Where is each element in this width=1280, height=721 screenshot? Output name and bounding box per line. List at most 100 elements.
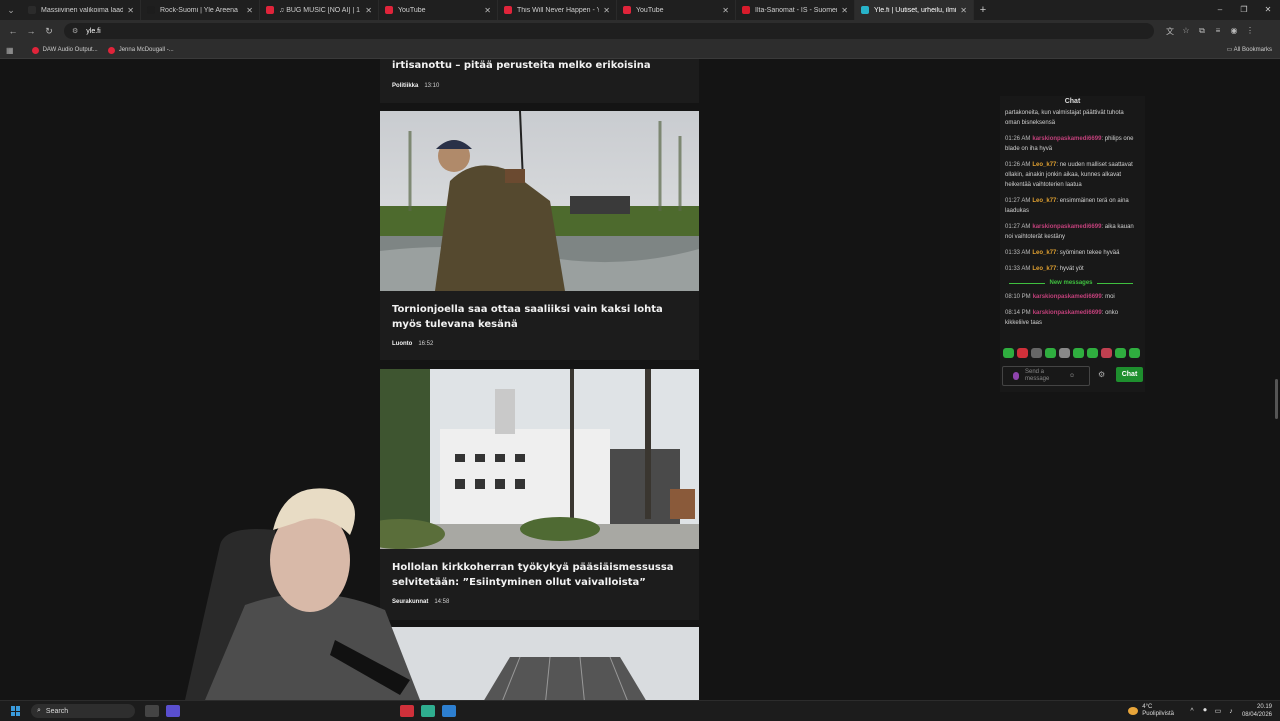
restore-icon[interactable]: ❐ <box>1232 0 1256 20</box>
clock-time: 20.19 <box>1256 704 1272 710</box>
browser-tab[interactable]: YouTube ✕ <box>379 0 498 20</box>
bookmark-label: Jenna McDougall -... <box>118 47 174 53</box>
browser-tab[interactable]: ♫ BUG MUSIC [NO AI] | 1 hour ✕ <box>260 0 379 20</box>
tab-close-icon[interactable]: ✕ <box>246 6 253 15</box>
tab-close-icon[interactable]: ✕ <box>365 6 372 15</box>
chat-timestamp: 01:27 AM <box>1005 224 1031 230</box>
bookmark-item[interactable]: Jenna McDougall -... <box>107 46 174 54</box>
chat-username[interactable]: Leo_k77 <box>1032 198 1056 204</box>
browser-tab[interactable]: Ilta-Sanomat - IS - Suomen su✕ <box>736 0 855 20</box>
app-icon[interactable] <box>442 705 456 717</box>
article-title[interactable]: irtisanottu – pitää perusteita melko eri… <box>380 59 663 74</box>
tab-close-icon[interactable]: ✕ <box>127 6 134 15</box>
chevron-up-icon[interactable]: ^ <box>1187 708 1197 715</box>
article-category[interactable]: Luonto <box>392 341 412 347</box>
chat-username[interactable]: karskionpaskamedi6699 <box>1033 310 1102 316</box>
profile-icon[interactable]: ◉ <box>1226 26 1242 37</box>
article-card[interactable]: Hollolan kirkkoherran työkykyä pääsiäism… <box>380 369 699 620</box>
chat-send-button[interactable]: Chat <box>1116 367 1143 382</box>
emote-icon[interactable] <box>1031 348 1042 358</box>
emote-icon[interactable] <box>1101 348 1112 358</box>
emote-icon[interactable] <box>1059 348 1070 358</box>
tab-favicon-icon <box>28 6 36 14</box>
emote-icon[interactable] <box>1129 348 1140 358</box>
chat-input[interactable]: Send a message ☺ <box>1002 366 1090 386</box>
forward-icon[interactable]: → <box>22 26 40 36</box>
browser-tab[interactable]: Yle.fi | Uutiset, urheilu, ilmiöt ✕ <box>855 0 974 20</box>
article-meta: Politiikka 13:10 <box>380 83 451 89</box>
extensions-icon[interactable]: ⧉ <box>1194 26 1210 37</box>
tab-close-icon[interactable]: ✕ <box>960 6 967 15</box>
address-bar[interactable]: ⚙ yle.fi <box>64 23 1154 39</box>
tab-search-icon[interactable]: ⌄ <box>0 5 22 16</box>
browser-tab[interactable]: Massiivinen valikoima laadukk✕ <box>22 0 141 20</box>
back-icon[interactable]: ← <box>4 26 22 36</box>
emote-icon[interactable] <box>1115 348 1126 358</box>
article-card[interactable]: irtisanottu – pitää perusteita melko eri… <box>380 59 699 103</box>
task-view-icon[interactable] <box>145 705 159 717</box>
chat-username[interactable]: karskionpaskamedi6699 <box>1032 224 1101 230</box>
emote-icon[interactable] <box>1017 348 1028 358</box>
windows-start-icon[interactable] <box>11 706 21 716</box>
new-tab-button[interactable]: + <box>974 4 992 16</box>
weather-widget[interactable]: 4°C Puolipilvistä <box>1128 704 1174 718</box>
article-card[interactable]: Tornionjoella saa ottaa saaliiksi vain k… <box>380 111 699 360</box>
emote-icon[interactable] <box>1073 348 1084 358</box>
browser-tab[interactable]: This Will Never Happen - YouTu✕ <box>498 0 617 20</box>
all-bookmarks-button[interactable]: ▭ All Bookmarks <box>1227 46 1272 53</box>
reload-icon[interactable]: ↻ <box>40 26 58 37</box>
article-time: 13:10 <box>424 83 440 89</box>
article-title[interactable]: Hollolan kirkkoherran työkykyä pääsiäism… <box>380 561 699 590</box>
chat-username[interactable]: karskionpaskamedi6699 <box>1032 136 1101 142</box>
app-icon[interactable] <box>400 705 414 717</box>
page-scrollbar[interactable] <box>1275 59 1279 700</box>
article-image[interactable] <box>380 627 699 700</box>
bookmark-star-icon[interactable]: ☆ <box>1178 26 1194 37</box>
volume-icon[interactable]: ♪ <box>1226 708 1236 715</box>
browser-toolbar: ← → ↻ ⚙ yle.fi 文 ☆ ⧉ ≡ ◉ ⋮ <box>0 20 1280 42</box>
chat-message: 08:14 PM karskionpaskamedi6699: onko kikk… <box>1005 308 1137 328</box>
browser-tab[interactable]: Rock-Suomi | Yle Areena ✕ <box>141 0 260 20</box>
media-icon[interactable]: ≡ <box>1210 26 1226 37</box>
menu-icon[interactable]: ⋮ <box>1242 26 1258 37</box>
chat-username[interactable]: karskionpaskamedi6699 <box>1033 294 1102 300</box>
browser-tab[interactable]: YouTube ✕ <box>617 0 736 20</box>
close-window-icon[interactable]: ✕ <box>1256 0 1280 20</box>
minimize-icon[interactable]: – <box>1208 0 1232 20</box>
emote-icon[interactable] <box>1087 348 1098 358</box>
translate-icon[interactable]: 文 <box>1162 26 1178 37</box>
scrollbar-thumb[interactable] <box>1275 379 1278 419</box>
emote-icon[interactable] <box>1045 348 1056 358</box>
microphone-icon[interactable]: ⏺ <box>1200 707 1210 715</box>
site-info-icon[interactable]: ⚙ <box>72 27 78 35</box>
emoji-icon[interactable]: ☺ <box>1069 373 1075 379</box>
clock[interactable]: 20.19 08/04/2026 <box>1242 703 1272 719</box>
bookmark-item[interactable]: DAW Audio Output... <box>31 46 98 54</box>
network-icon[interactable]: ▭ <box>1213 707 1223 715</box>
chat-message: 01:33 AM Leo_k77: hyvät yöt <box>1005 264 1137 274</box>
chat-username[interactable]: Leo_k77 <box>1032 162 1056 168</box>
bookmarks-bar: ▦ DAW Audio Output... Jenna McDougall -.… <box>0 42 1280 59</box>
app-icon[interactable] <box>421 705 435 717</box>
tab-close-icon[interactable]: ✕ <box>484 6 491 15</box>
chat-username[interactable]: Leo_k77 <box>1032 250 1056 256</box>
new-messages-divider: New messages <box>1005 280 1137 286</box>
chat-text: partakoneita, kun valmistajat päättivät … <box>1005 110 1124 126</box>
article-image[interactable] <box>380 369 699 549</box>
system-tray: 4°C Puolipilvistä ^ ⏺ ▭ ♪ 20.19 08/04/20… <box>1128 701 1272 721</box>
article-image[interactable] <box>380 111 699 291</box>
copilot-icon[interactable] <box>166 705 180 717</box>
article-title[interactable]: Tornionjoella saa ottaa saaliiksi vain k… <box>380 303 699 332</box>
chat-timestamp: 08:14 PM <box>1005 310 1031 316</box>
tab-close-icon[interactable]: ✕ <box>722 6 729 15</box>
chat-username[interactable]: Leo_k77 <box>1032 266 1056 272</box>
chat-settings-icon[interactable]: ⚙ <box>1098 370 1105 379</box>
emote-icon[interactable] <box>1003 348 1014 358</box>
article-category[interactable]: Politiikka <box>392 83 418 89</box>
tab-close-icon[interactable]: ✕ <box>603 6 610 15</box>
tab-strip: ⌄ Massiivinen valikoima laadukk✕Rock-Suo… <box>0 0 1280 20</box>
apps-grid-icon[interactable]: ▦ <box>6 46 14 55</box>
article-card[interactable] <box>380 627 699 700</box>
taskbar-search[interactable]: ⌕ Search <box>31 704 135 718</box>
tab-close-icon[interactable]: ✕ <box>841 6 848 15</box>
